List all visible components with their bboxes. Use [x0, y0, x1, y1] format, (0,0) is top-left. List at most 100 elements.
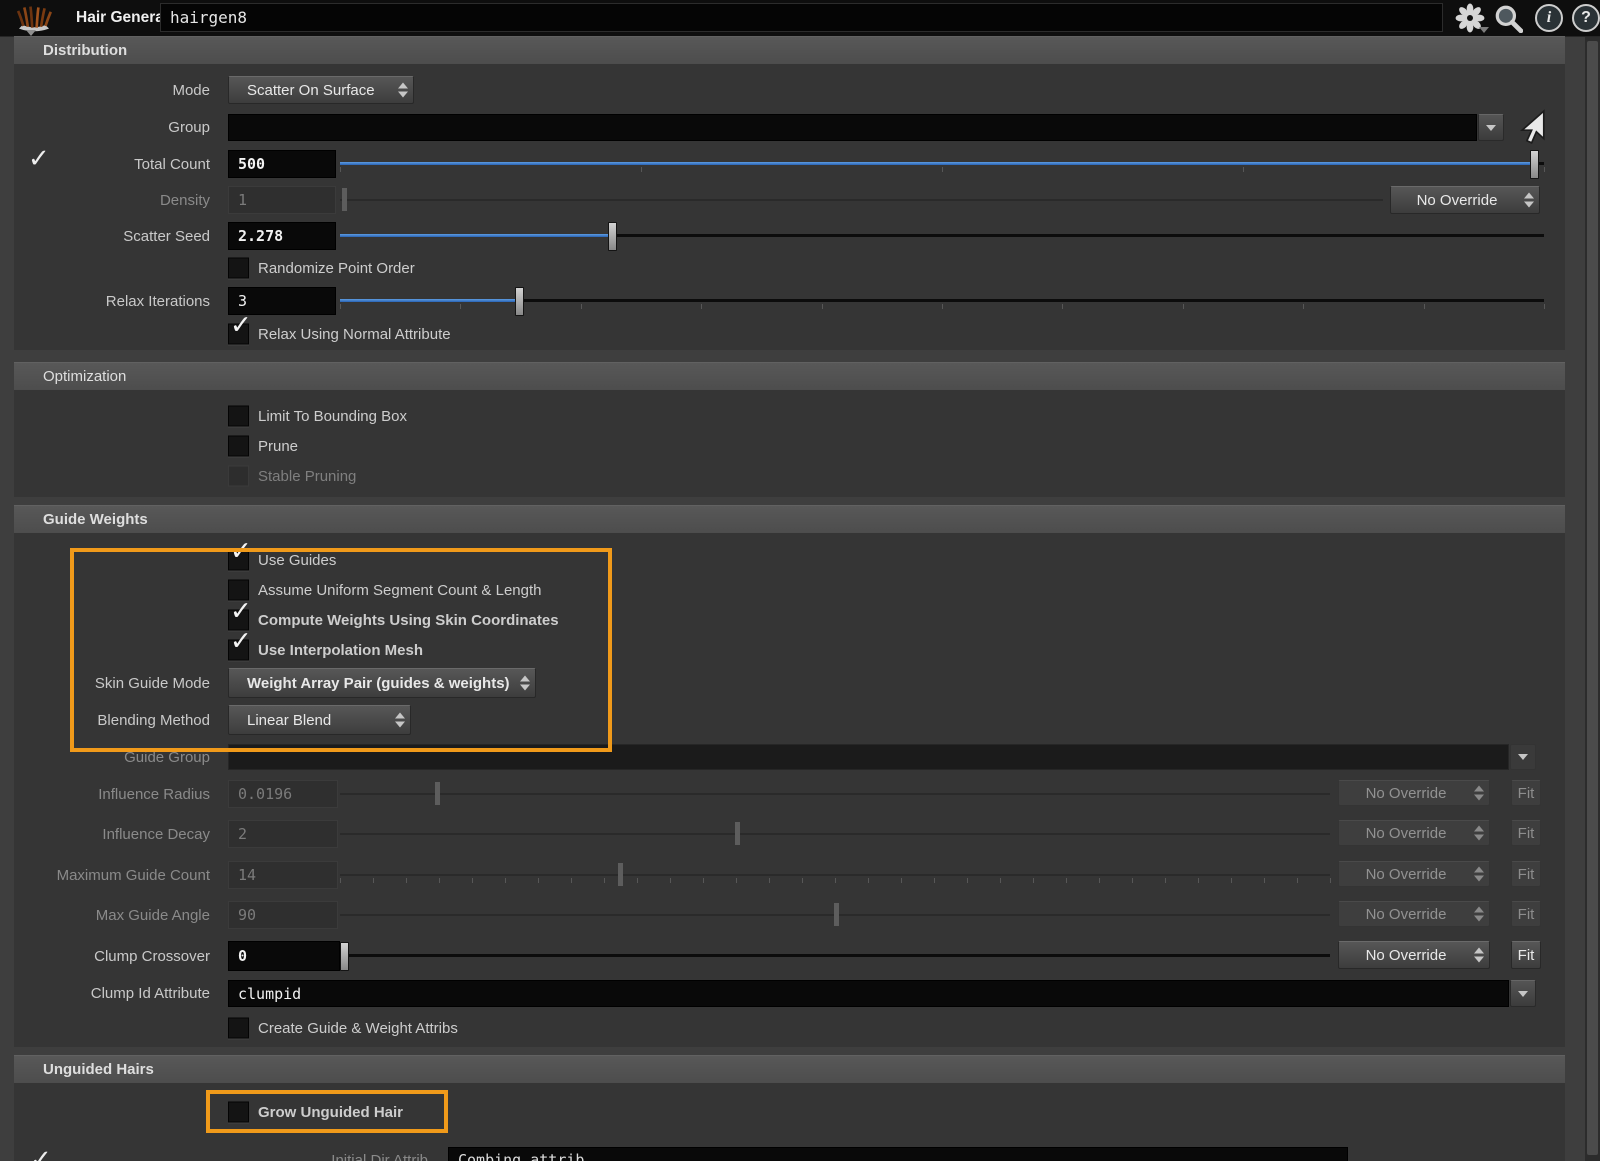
group-input[interactable]	[228, 114, 1477, 141]
search-icon[interactable]	[1493, 3, 1523, 33]
hair-generate-node-icon[interactable]	[10, 3, 58, 33]
row-scatter-seed: Scatter Seed 2.278	[0, 222, 1565, 250]
slider-handle[interactable]	[515, 287, 524, 316]
randomize-point-order-label: Randomize Point Order	[258, 256, 415, 280]
section-header-unguided-hairs[interactable]: Unguided Hairs	[14, 1055, 1565, 1083]
use-interp-mesh-checkbox[interactable]: ✓	[228, 640, 249, 661]
density-override-dropdown[interactable]: No Override	[1390, 186, 1540, 214]
info-icon[interactable]: i	[1535, 4, 1563, 32]
blending-method-value: Linear Blend	[247, 712, 331, 729]
section-title: Guide Weights	[43, 511, 148, 528]
skin-guide-mode-dropdown[interactable]: Weight Array Pair (guides & weights)	[228, 668, 536, 698]
row-assume-uniform: Assume Uniform Segment Count & Length	[0, 578, 1565, 602]
influence-radius-override-dropdown: No Override	[1338, 780, 1490, 806]
density-input: 1	[228, 186, 336, 214]
row-compute-weights: ✓ Compute Weights Using Skin Coordinates	[0, 608, 1565, 632]
prune-checkbox[interactable]	[228, 436, 249, 457]
no-override-value: No Override	[1366, 825, 1447, 842]
scatter-seed-input[interactable]: 2.278	[228, 222, 336, 250]
compute-weights-label: Compute Weights Using Skin Coordinates	[258, 608, 559, 632]
clump-crossover-input[interactable]: 0	[228, 941, 340, 971]
row-max-guide-count: Maximum Guide Count 14 No Override Fit	[0, 861, 1565, 889]
row-stable-pruning: Stable Pruning	[0, 464, 1565, 488]
no-override-value: No Override	[1366, 866, 1447, 883]
compute-weights-checkbox[interactable]: ✓	[228, 610, 249, 631]
no-override-value: No Override	[1366, 906, 1447, 923]
influence-radius-label: Influence Radius	[0, 780, 210, 808]
skin-guide-mode-value: Weight Array Pair (guides & weights)	[247, 675, 510, 692]
mode-dropdown[interactable]: Scatter On Surface	[228, 76, 414, 104]
group-select-pointer-icon[interactable]	[1510, 108, 1548, 146]
guide-group-input	[228, 744, 1509, 770]
node-name-input[interactable]	[160, 3, 1443, 32]
section-title: Unguided Hairs	[43, 1061, 154, 1078]
mode-value: Scatter On Surface	[247, 82, 375, 99]
row-use-guides: ✓ Use Guides	[0, 548, 1565, 572]
limit-bounding-box-checkbox[interactable]	[228, 406, 249, 427]
chevron-down-icon	[1486, 125, 1496, 131]
slider-handle[interactable]	[608, 222, 617, 251]
row-clump-crossover: Clump Crossover 0 No Override Fit	[0, 941, 1565, 971]
spinner-arrows-icon	[1474, 948, 1484, 963]
assume-uniform-checkbox[interactable]	[228, 580, 249, 601]
row-density: Density 1 No Override	[0, 186, 1565, 214]
use-guides-checkbox[interactable]: ✓	[228, 550, 249, 571]
row-use-interp-mesh: ✓ Use Interpolation Mesh	[0, 638, 1565, 662]
prune-label: Prune	[258, 434, 298, 458]
randomize-point-order-checkbox[interactable]	[228, 258, 249, 279]
title-bar: Hair Generate i ?	[0, 0, 1600, 37]
row-randomize-point-order: Randomize Point Order	[0, 256, 1565, 280]
spinner-arrows-icon	[520, 676, 530, 691]
max-guide-angle-override-dropdown: No Override	[1338, 901, 1490, 927]
row-influence-radius: Influence Radius 0.0196 No Override Fit	[0, 780, 1565, 808]
relax-using-normal-checkbox[interactable]: ✓	[228, 324, 249, 345]
blending-method-dropdown[interactable]: Linear Blend	[228, 705, 411, 735]
total-count-label: Total Count	[0, 150, 210, 178]
total-count-input[interactable]: 500	[228, 150, 336, 178]
section-title: Optimization	[43, 368, 126, 385]
relax-iterations-input[interactable]: 3	[228, 287, 336, 315]
row-limit-bbox: Limit To Bounding Box	[0, 404, 1565, 428]
influence-decay-override-dropdown: No Override	[1338, 820, 1490, 846]
clump-crossover-override-dropdown[interactable]: No Override	[1338, 941, 1490, 969]
stable-pruning-checkbox	[228, 466, 249, 487]
hair-generate-parameter-pane: Hair Generate i ?	[0, 0, 1600, 1161]
density-label: Density	[0, 186, 210, 214]
skin-guide-mode-label: Skin Guide Mode	[0, 668, 210, 698]
initial-dir-attrib-input[interactable]: Combing attrib	[448, 1147, 1348, 1161]
info-glyph: i	[1547, 9, 1551, 27]
help-icon[interactable]: ?	[1572, 4, 1600, 32]
slider-handle[interactable]	[340, 942, 349, 971]
max-guide-count-fit-button: Fit	[1511, 861, 1541, 887]
clump-id-dropdown-button[interactable]	[1510, 980, 1536, 1007]
max-guide-angle-label: Max Guide Angle	[0, 901, 210, 929]
vertical-scrollbar[interactable]	[1585, 37, 1600, 1161]
max-guide-angle-fit-button: Fit	[1511, 901, 1541, 927]
group-dropdown-button[interactable]	[1478, 114, 1504, 141]
chevron-down-icon	[1518, 754, 1528, 760]
assume-uniform-label: Assume Uniform Segment Count & Length	[258, 578, 541, 602]
row-influence-decay: Influence Decay 2 No Override Fit	[0, 820, 1565, 848]
influence-decay-fit-button: Fit	[1511, 820, 1541, 846]
max-guide-count-override-dropdown: No Override	[1338, 861, 1490, 887]
blending-method-label: Blending Method	[0, 705, 210, 735]
create-attribs-label: Create Guide & Weight Attribs	[258, 1016, 458, 1040]
row-skin-guide-mode: Skin Guide Mode Weight Array Pair (guide…	[0, 668, 1565, 698]
influence-radius-input: 0.0196	[228, 780, 338, 808]
scrollbar-thumb[interactable]	[1587, 41, 1598, 1155]
slider-handle[interactable]	[1530, 150, 1539, 179]
spinner-arrows-icon	[1474, 826, 1484, 841]
clump-id-input[interactable]: clumpid	[228, 980, 1509, 1007]
section-header-optimization[interactable]: Optimization	[14, 362, 1565, 390]
clump-crossover-fit-button[interactable]: Fit	[1511, 941, 1541, 969]
max-guide-count-input: 14	[228, 861, 338, 889]
section-header-guide-weights[interactable]: Guide Weights	[14, 505, 1565, 533]
create-attribs-checkbox[interactable]	[228, 1018, 249, 1039]
grow-unguided-checkbox[interactable]	[228, 1102, 249, 1123]
gear-dropdown-arrow-icon	[1479, 27, 1489, 33]
clump-crossover-label: Clump Crossover	[0, 941, 210, 971]
row-relax-iterations: Relax Iterations 3	[0, 287, 1565, 315]
section-header-distribution[interactable]: Distribution	[14, 36, 1565, 64]
spinner-arrows-icon	[1524, 193, 1534, 208]
row-total-count: ✓ Total Count 500	[0, 150, 1565, 178]
